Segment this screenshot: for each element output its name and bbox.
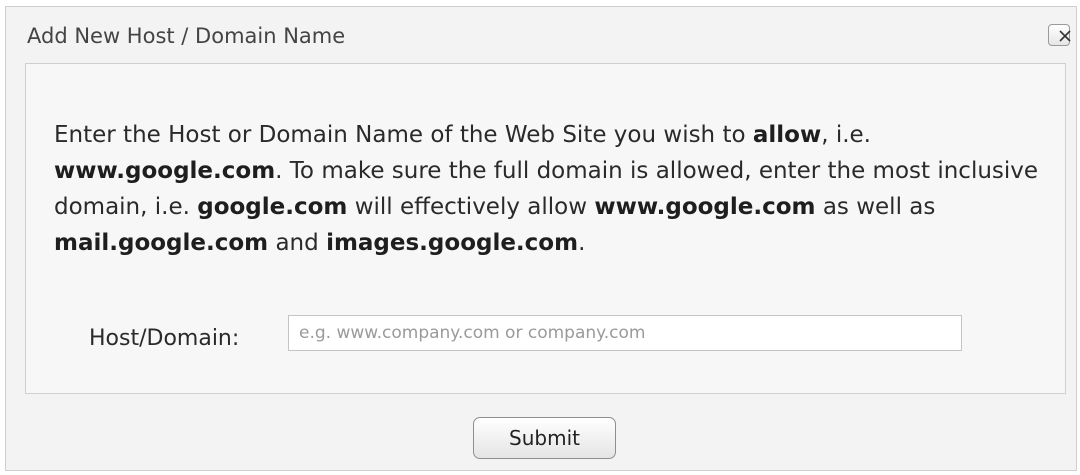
submit-button[interactable]: Submit	[473, 417, 616, 459]
add-host-dialog: Add New Host / Domain Name Enter the Hos…	[5, 6, 1077, 471]
instructions-segment-bold: mail.google.com	[54, 230, 269, 256]
instructions-segment: and	[268, 230, 327, 256]
instructions-segment: as well as	[815, 194, 936, 220]
instructions-segment-bold: www.google.com	[54, 158, 276, 184]
dialog-titlebar: Add New Host / Domain Name	[6, 7, 1076, 63]
instructions-text: Enter the Host or Domain Name of the Web…	[54, 117, 1059, 261]
dialog-title: Add New Host / Domain Name	[27, 24, 346, 48]
instructions-segment: .	[578, 230, 586, 256]
instructions-segment-bold: images.google.com	[326, 230, 579, 256]
close-x-icon	[1059, 30, 1071, 42]
instructions-segment-bold: www.google.com	[594, 194, 816, 220]
close-button[interactable]	[1048, 24, 1071, 46]
instructions-segment-bold: allow	[752, 122, 822, 148]
instructions-segment-bold: google.com	[197, 194, 348, 220]
instructions-segment: Enter the Host or Domain Name of the Web…	[54, 122, 753, 148]
instructions-segment: , i.e.	[821, 122, 871, 148]
host-domain-label: Host/Domain:	[89, 326, 240, 351]
host-domain-input[interactable]	[288, 315, 962, 351]
instructions-segment: will effectively allow	[347, 194, 595, 220]
dialog-content: Enter the Host or Domain Name of the Web…	[25, 63, 1066, 394]
